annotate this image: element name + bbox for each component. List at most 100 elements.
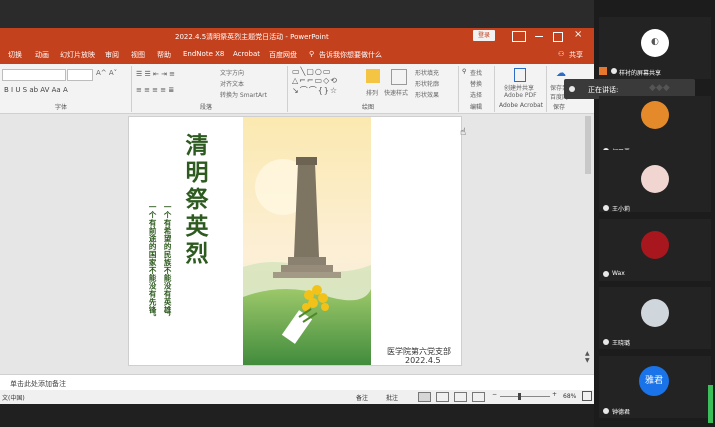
mic-icon (603, 271, 609, 277)
share-button[interactable]: 共享 (569, 50, 583, 60)
slide[interactable]: 清明祭英烈 一个有希望的民族不能没有英雄， 一个有前途的国家不能没有先锋。 医学… (128, 116, 462, 366)
find-button[interactable]: 查找 (470, 68, 482, 77)
shape-fill[interactable]: 形状填充 (415, 68, 439, 77)
quick-styles-button[interactable]: 快速样式 (384, 88, 408, 97)
bottom-strip (0, 404, 594, 427)
tab-endnote[interactable]: EndNote X8 (183, 50, 224, 58)
cloud-icon[interactable]: ☁ (556, 68, 566, 79)
notes-placeholder[interactable]: 单击此处添加备注 (10, 379, 66, 389)
participant-tile[interactable]: 雅君 钟德君 (599, 356, 711, 418)
participant-tile[interactable]: Wax (599, 219, 711, 281)
slideshow-icon[interactable] (472, 392, 485, 402)
ribbon: A^ A˅ B I U S ab AV Aa A 字体 ☰ ☰ ⇤ ⇥ ≡ ≡ … (0, 64, 594, 114)
acrobat-group-label: Adobe Acrobat (499, 102, 544, 109)
mic-icon (611, 68, 617, 74)
align-text[interactable]: 对齐文本 (220, 79, 244, 88)
grow-font-icon[interactable]: A^ A˅ (96, 69, 117, 77)
avatar (641, 101, 669, 129)
title-char: 明 (181, 160, 208, 187)
login-button[interactable]: 登录 (473, 30, 495, 41)
speaking-label: 正在讲话: (588, 86, 619, 94)
participant-tile[interactable]: 王小莉 (599, 150, 711, 213)
zoom-in-icon[interactable]: + (552, 391, 557, 398)
participant-name: Wax (612, 270, 625, 277)
avatar (641, 299, 669, 327)
avatar (641, 165, 669, 193)
participant-tile[interactable]: 王晓璐 (599, 287, 711, 349)
poem-col-1: 一个有希望的民族不能没有英雄， (163, 203, 173, 322)
notes-pane[interactable]: 单击此处添加备注 (0, 374, 594, 390)
zoom-slider-thumb[interactable] (518, 393, 521, 400)
zoom-out-icon[interactable]: − (492, 391, 497, 398)
arrange-icon[interactable] (366, 69, 380, 83)
quick-styles-icon[interactable] (391, 69, 407, 85)
list-icons[interactable]: ☰ ☰ ⇤ ⇥ ≡ (136, 70, 175, 78)
adobe-pdf-label: Adobe PDF (504, 92, 537, 99)
font-name-box[interactable] (2, 69, 66, 81)
shapes-gallery[interactable]: ▭╲▢○▭ △⌐⌐▭◇⟲ ↘⌒⌒{}☆ (292, 67, 338, 96)
tab-review[interactable]: 审阅 (105, 50, 119, 60)
avatar: ◐ (641, 29, 669, 57)
language-indicator[interactable]: 文(中国) (2, 393, 25, 402)
top-dark-strip (0, 0, 594, 28)
slide-date: 2022.4.5 (405, 356, 441, 365)
create-share-button[interactable]: 创建并共享 (504, 83, 534, 92)
shape-effects[interactable]: 形状效果 (415, 90, 439, 99)
lightbulb-icon: ⚲ (309, 50, 315, 58)
participant-name: 钟德君 (612, 409, 631, 416)
convert-smartart[interactable]: 转换为 SmartArt (220, 90, 267, 99)
close-icon[interactable]: × (574, 29, 582, 40)
status-bar: 文(中国) 备注 批注 − + 68% (0, 390, 594, 404)
title-char: 烈 (181, 241, 208, 268)
slide-sorter-icon[interactable] (436, 392, 449, 402)
sharing-label: 样衬的屏幕共享 (619, 70, 662, 77)
mic-icon (603, 408, 609, 414)
title-char: 祭 (181, 187, 208, 214)
zoom-slider[interactable] (500, 396, 550, 397)
comments-button[interactable]: 批注 (386, 393, 398, 402)
font-size-box[interactable] (67, 69, 93, 81)
notes-button[interactable]: 备注 (356, 393, 368, 402)
zoom-level[interactable]: 68% (563, 393, 576, 400)
mic-icon (603, 205, 609, 211)
vertical-scrollbar[interactable] (585, 116, 591, 174)
speaking-indicator-icon: ◆◆◆ (649, 83, 670, 93)
tab-view[interactable]: 视图 (131, 50, 145, 60)
ribbon-tabs: 切换 动画 幻灯片放映 审阅 视图 帮助 EndNote X8 Acrobat … (0, 46, 594, 64)
title-char: 清 (181, 133, 208, 160)
fit-slide-icon[interactable] (582, 391, 592, 401)
tab-animations[interactable]: 动画 (35, 50, 49, 60)
select-button[interactable]: 选择 (470, 90, 482, 99)
arrange-button[interactable]: 排列 (366, 88, 378, 97)
replace-button[interactable]: 替换 (470, 79, 482, 88)
align-icons[interactable]: ≡ ≡ ≡ ≡ ≣ (136, 86, 174, 94)
divider (494, 66, 495, 112)
page-nav-icons[interactable]: ▲ ▼ (585, 350, 591, 370)
screen-share-icon (599, 67, 607, 75)
reading-view-icon[interactable] (454, 392, 467, 402)
text-direction[interactable]: 文字方向 (220, 68, 244, 77)
ribbon-display-icon[interactable] (512, 31, 526, 42)
maximize-icon[interactable] (553, 32, 563, 42)
tab-help[interactable]: 帮助 (157, 50, 171, 60)
find-icon: ⚲ (462, 68, 467, 75)
paragraph-group-label: 段落 (200, 104, 213, 111)
format-icons[interactable]: B I U S ab AV Aa A (4, 86, 68, 94)
tab-acrobat[interactable]: Acrobat (233, 50, 260, 58)
participant-tile-sharer[interactable]: ◐ 样衬的屏幕共享 (599, 17, 711, 79)
user-icon: ◐ (651, 37, 659, 47)
speaker-icon (569, 86, 575, 92)
tell-me-search[interactable]: 告诉我你想要做什么 (319, 50, 382, 60)
participant-tile[interactable]: 何思晋 (599, 96, 711, 158)
avatar-initials: 雅君 (639, 366, 669, 396)
tab-baidu[interactable]: 百度网盘 (269, 50, 297, 60)
tab-transitions[interactable]: 切换 (8, 50, 22, 60)
minimize-icon[interactable] (535, 36, 543, 37)
pdf-icon[interactable] (514, 68, 526, 82)
normal-view-icon[interactable] (418, 392, 431, 402)
tab-slideshow[interactable]: 幻灯片放映 (60, 50, 95, 60)
participant-name: 王晓璐 (612, 340, 631, 347)
mic-icon (603, 339, 609, 345)
shape-outline[interactable]: 形状轮廓 (415, 79, 439, 88)
divider (131, 66, 132, 112)
